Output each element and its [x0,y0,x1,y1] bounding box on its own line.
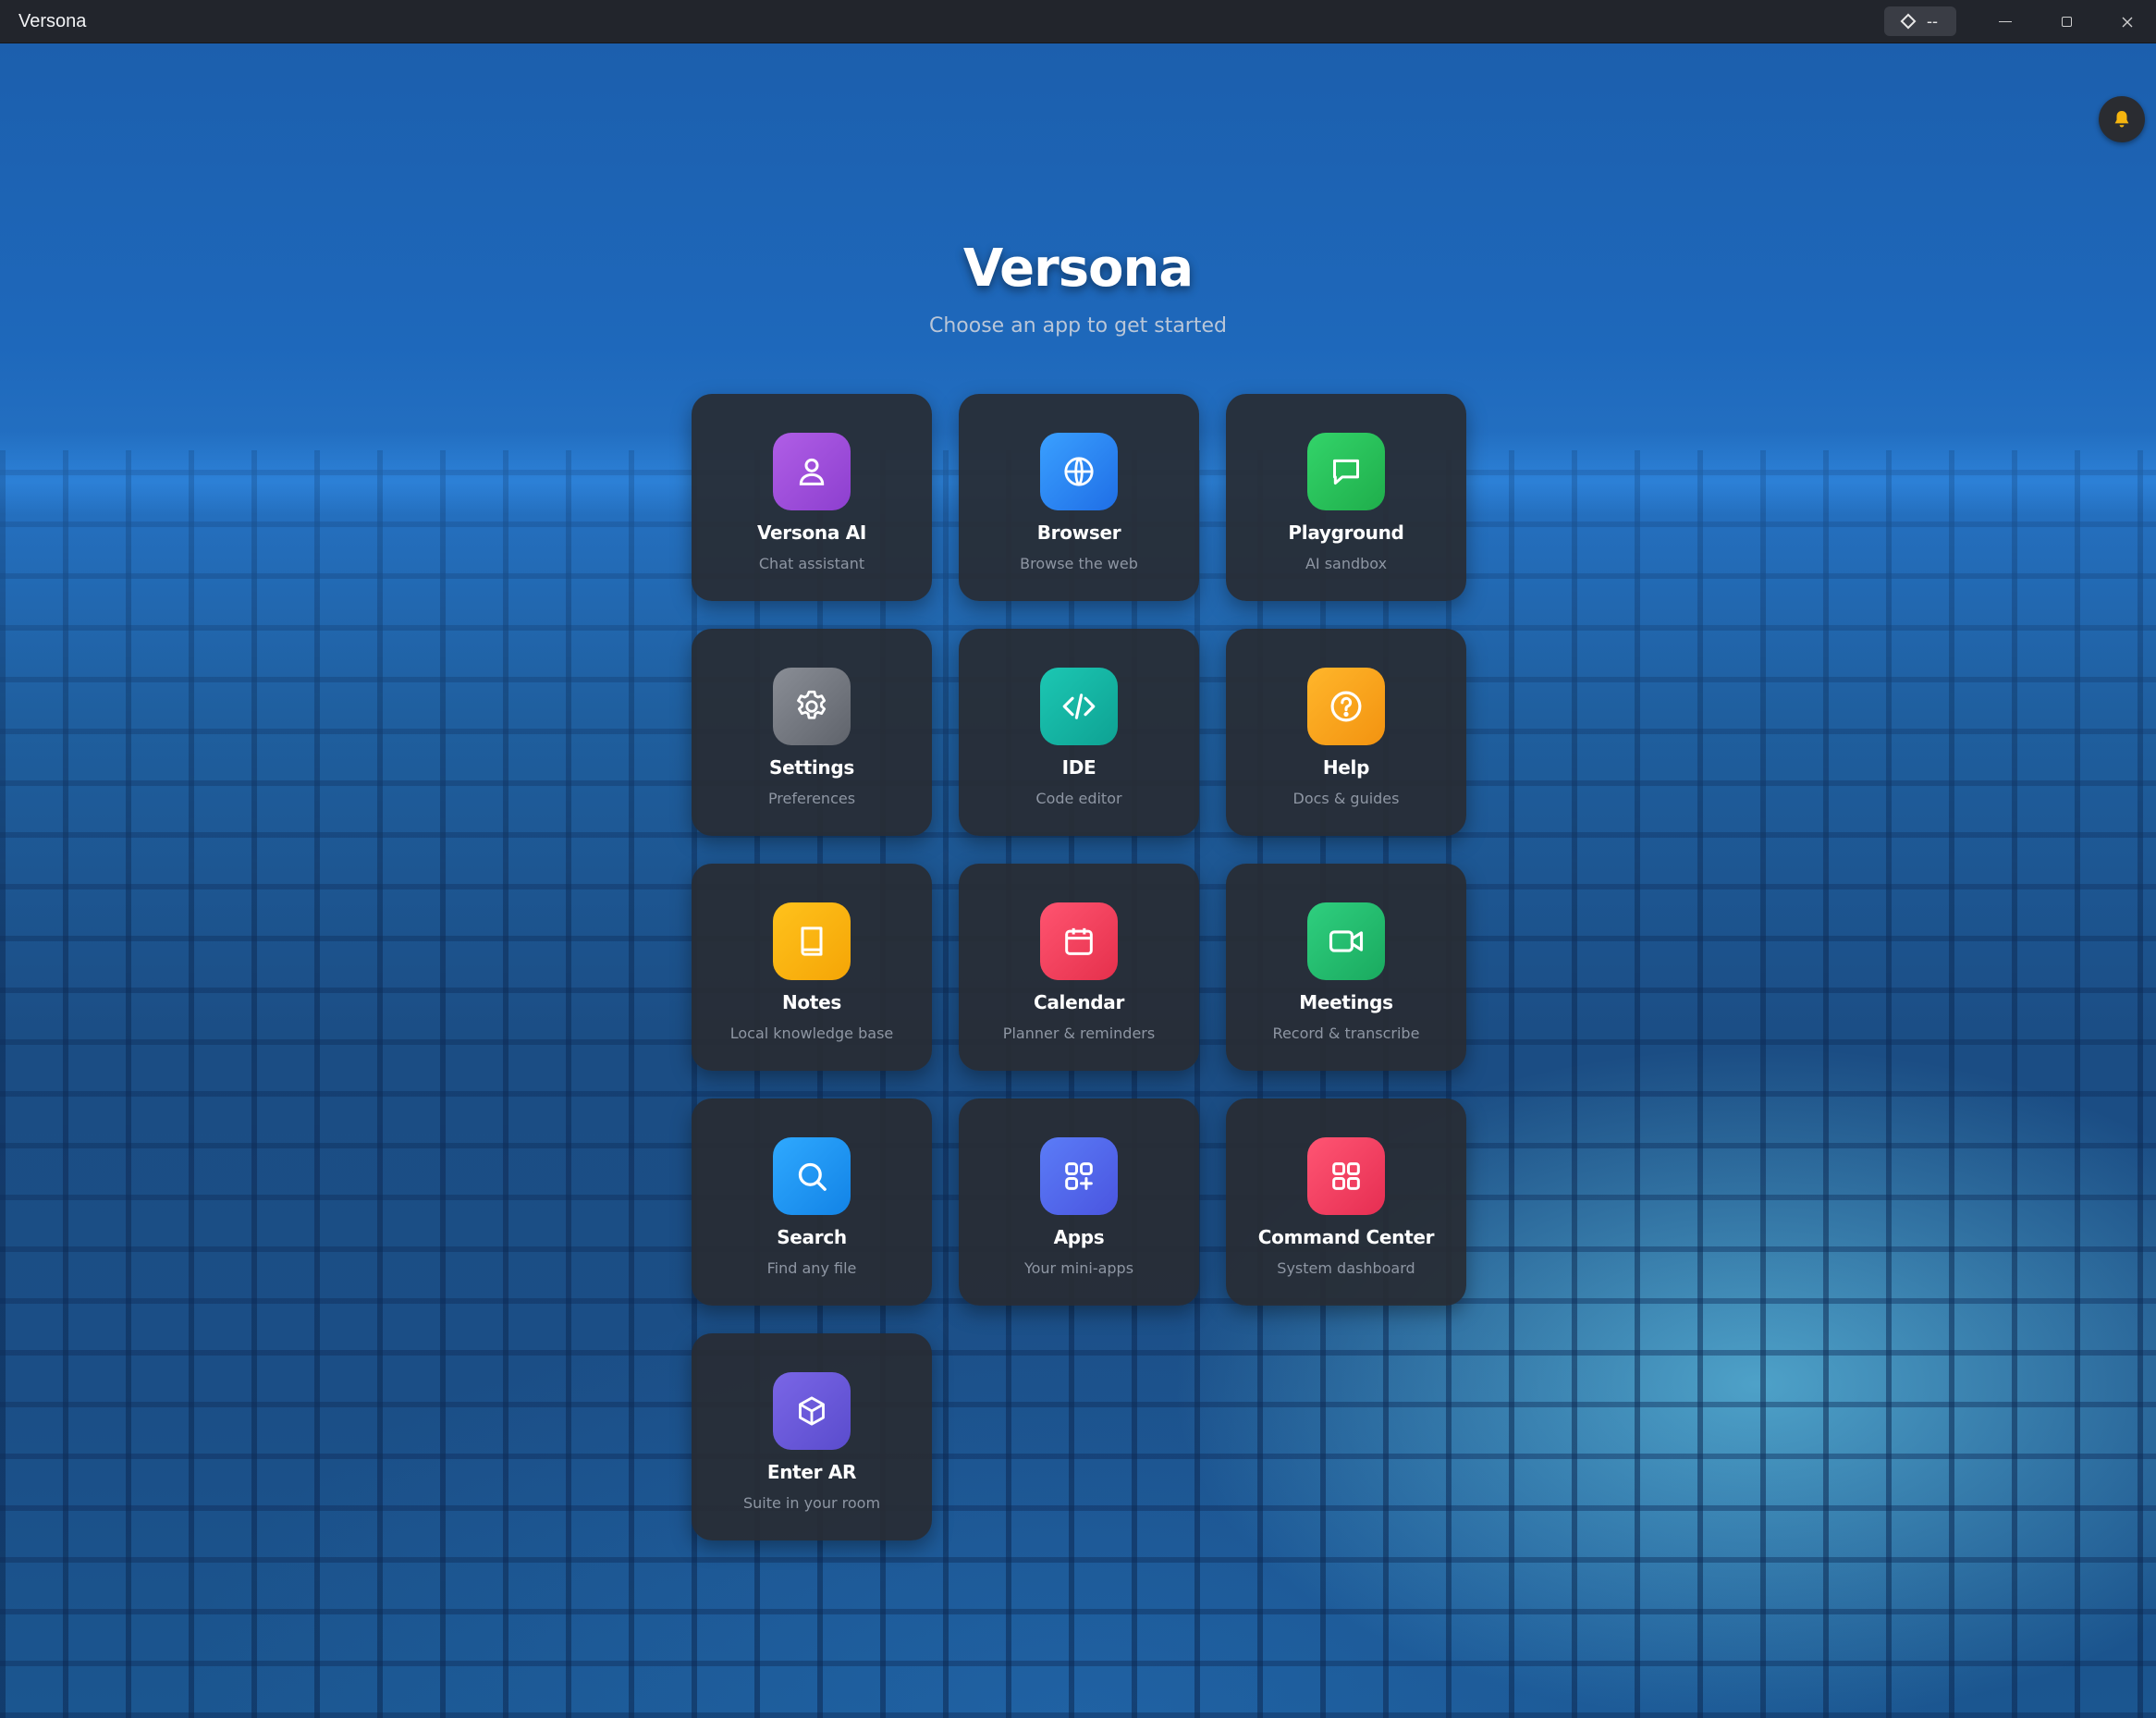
close-button[interactable] [2097,0,2156,43]
bell-icon [2114,111,2129,128]
title-bar: Versona -- [0,0,2156,43]
app-description: Find any file [766,1259,857,1277]
app-name: Enter AR [766,1461,857,1483]
app-icon-container [1307,433,1385,510]
app-description: Record & transcribe [1272,1025,1420,1042]
app-title: Versona [18,11,87,31]
app-icon-container [1307,902,1385,980]
book-icon [801,926,823,956]
app-name: Apps [1053,1226,1105,1248]
app-icon-container [1040,668,1118,745]
app-name: IDE [1061,756,1096,779]
diamond-icon [1900,13,1917,30]
app-name: Calendar [1033,991,1125,1013]
search-icon [798,1162,827,1191]
app-tile-ide[interactable]: IDE Code editor [959,629,1199,836]
close-icon [2122,17,2133,27]
app-name: Playground [1288,522,1404,544]
page-subtitle: Choose an app to get started [929,314,1227,337]
help-circle-icon [1330,691,1362,722]
app-name: Meetings [1299,991,1393,1013]
maximize-button[interactable] [2036,0,2097,43]
cube-icon [799,1396,825,1426]
app-name: Browser [1036,522,1121,544]
app-tile-meetings[interactable]: Meetings Record & transcribe [1226,864,1466,1071]
app-name: Search [777,1226,847,1248]
app-tile-versona-ai[interactable]: Versona AI Chat assistant [692,394,932,601]
app-tile-search[interactable]: Search Find any file [692,1098,932,1306]
app-tile-apps[interactable]: Apps Your mini-apps [959,1098,1199,1306]
app-icon-container [773,433,851,510]
app-tile-browser[interactable]: Browser Browse the web [959,394,1199,601]
app-icon-container [1040,433,1118,510]
maximize-icon [2061,17,2072,27]
app-icon-container [1040,902,1118,980]
app-tile-playground[interactable]: Playground AI sandbox [1226,394,1466,601]
code-icon [1062,693,1096,719]
app-description: Chat assistant [758,555,865,572]
app-name: Versona AI [756,522,867,544]
app-tile-command-center[interactable]: Command Center System dashboard [1226,1098,1466,1306]
app-description: Your mini-apps [1023,1259,1134,1277]
app-description: Preferences [767,790,856,807]
app-description: Local knowledge base [729,1025,894,1042]
app-icon-container [773,1137,851,1215]
app-description: System dashboard [1277,1259,1415,1277]
minimize-icon [1999,20,2012,23]
dashboard-icon [1332,1162,1360,1190]
app-tile-help[interactable]: Help Docs & guides [1226,629,1466,836]
app-tile-enter-ar[interactable]: Enter AR Suite in your room [692,1333,932,1540]
app-description: Docs & guides [1292,790,1400,807]
notifications-button[interactable] [2099,96,2145,142]
app-tile-calendar[interactable]: Calendar Planner & reminders [959,864,1199,1071]
calendar-icon [1065,927,1093,955]
app-description: Code editor [1035,790,1122,807]
app-description: AI sandbox [1305,555,1388,572]
app-description: Browse the web [1020,555,1138,572]
chat-bubble-icon [1333,459,1359,485]
minimize-button[interactable] [1975,0,2036,43]
status-badge-text: -- [1927,11,1938,31]
gear-icon [797,690,827,719]
app-name: Command Center [1257,1226,1435,1248]
globe-icon [1064,457,1094,486]
status-badge[interactable]: -- [1884,6,1956,36]
page-title: Versona [962,239,1194,299]
app-name: Notes [781,991,841,1013]
user-icon [799,458,825,485]
app-icon-container [1307,1137,1385,1215]
app-icon-container [773,902,851,980]
app-icon-container [1040,1137,1118,1215]
apps-grid-icon [1065,1162,1093,1190]
app-icon-container [773,1372,851,1450]
app-description: Suite in your room [742,1494,881,1512]
app-tile-settings[interactable]: Settings Preferences [692,629,932,836]
app-description: Planner & reminders [1002,1025,1156,1042]
app-name: Help [1322,756,1370,779]
app-name: Settings [768,756,854,779]
app-tile-notes[interactable]: Notes Local knowledge base [692,864,932,1071]
video-icon [1329,930,1364,952]
app-icon-container [773,668,851,745]
app-icon-container [1307,668,1385,745]
